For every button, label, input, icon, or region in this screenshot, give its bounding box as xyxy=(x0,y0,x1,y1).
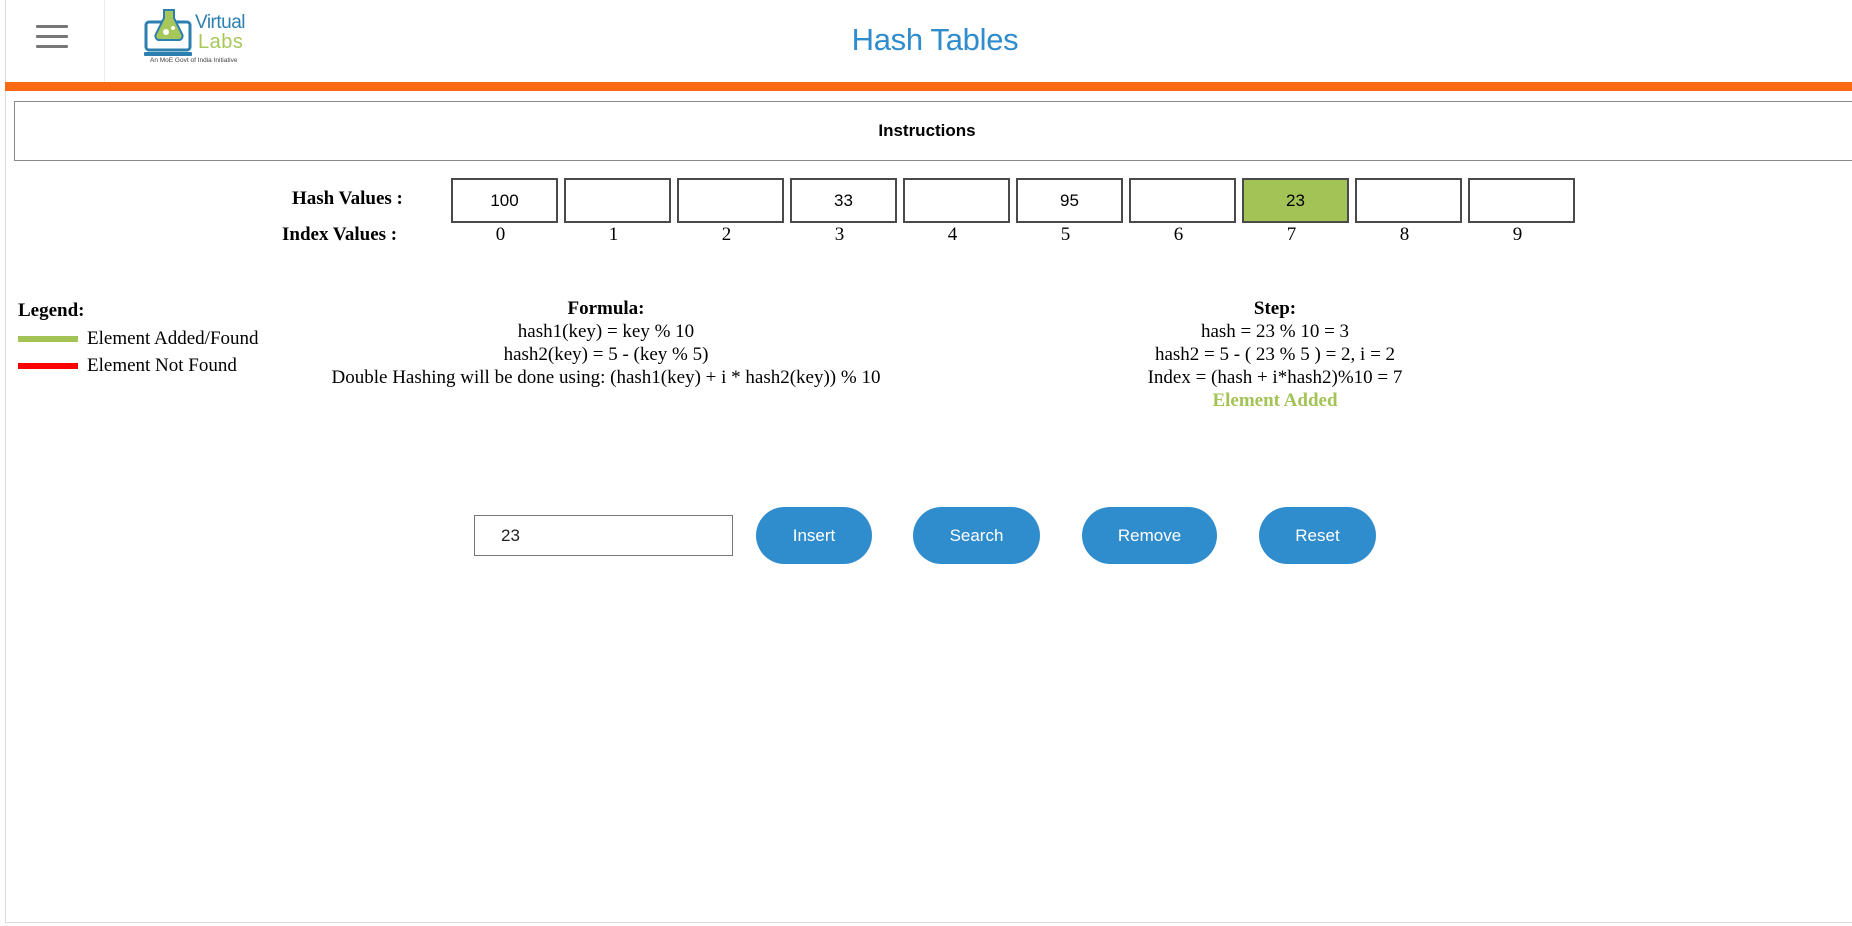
index-values-label: Index Values : xyxy=(282,224,398,245)
hash-cell-9 xyxy=(1468,178,1575,223)
instructions-dropdown[interactable]: Instructions ▼ xyxy=(14,101,1852,161)
step-result: Element Added xyxy=(1212,390,1338,411)
hash-cell-3: 33 xyxy=(790,178,897,223)
instructions-label: Instructions xyxy=(878,121,976,140)
legend-added-label: Element Added/Found xyxy=(87,328,259,349)
hash-cell-0: 100 xyxy=(451,178,558,223)
index-label-5: 5 xyxy=(1060,224,1071,245)
index-label-2: 2 xyxy=(721,224,732,245)
formula-line-2: hash2(key) = 5 - (key % 5) xyxy=(503,344,709,365)
hash-cell-8 xyxy=(1355,178,1462,223)
step-panel: Step: hash = 23 % 10 = 3 hash2 = 5 - ( 2… xyxy=(1075,297,1475,412)
formula-line-3: Double Hashing will be done using: (hash… xyxy=(331,367,881,388)
reset-button[interactable]: Reset xyxy=(1259,507,1376,564)
index-label-9: 9 xyxy=(1512,224,1523,245)
index-label-7: 7 xyxy=(1286,224,1297,245)
formula-title: Formula: xyxy=(567,298,645,319)
key-input[interactable] xyxy=(474,515,733,556)
hash-cell-5: 95 xyxy=(1016,178,1123,223)
page-title: Hash Tables xyxy=(851,22,1019,57)
step-line-2: hash2 = 5 - ( 23 % 5 ) = 2, i = 2 xyxy=(1154,344,1396,365)
formula-panel: Formula: hash1(key) = key % 10 hash2(key… xyxy=(306,297,906,389)
formula-line-1: hash1(key) = key % 10 xyxy=(517,321,695,342)
legend-not-found-label: Element Not Found xyxy=(87,355,237,376)
index-label-3: 3 xyxy=(834,224,845,245)
remove-button[interactable]: Remove xyxy=(1082,507,1217,564)
hash-cell-7: 23 xyxy=(1242,178,1349,223)
hash-cell-4 xyxy=(903,178,1010,223)
step-line-3: Index = (hash + i*hash2)%10 = 7 xyxy=(1147,367,1403,388)
step-line-1: hash = 23 % 10 = 3 xyxy=(1200,321,1350,342)
index-label-0: 0 xyxy=(495,224,506,245)
index-label-8: 8 xyxy=(1399,224,1410,245)
hash-cell-2 xyxy=(677,178,784,223)
insert-button[interactable]: Insert xyxy=(756,507,872,564)
search-button[interactable]: Search xyxy=(913,507,1040,564)
hash-values-label: Hash Values : xyxy=(292,188,403,209)
index-label-6: 6 xyxy=(1173,224,1184,245)
index-label-4: 4 xyxy=(947,224,958,245)
hash-cell-6 xyxy=(1129,178,1236,223)
index-label-1: 1 xyxy=(608,224,619,245)
legend-title: Legend: xyxy=(18,300,85,321)
legend-not-found-swatch xyxy=(18,363,78,369)
step-title: Step: xyxy=(1253,298,1297,319)
hash-cell-1 xyxy=(564,178,671,223)
legend-added-swatch xyxy=(18,336,78,342)
logo-tagline: An MoE Govt of India Initiative xyxy=(150,57,238,64)
header-accent-bar xyxy=(5,82,1852,91)
